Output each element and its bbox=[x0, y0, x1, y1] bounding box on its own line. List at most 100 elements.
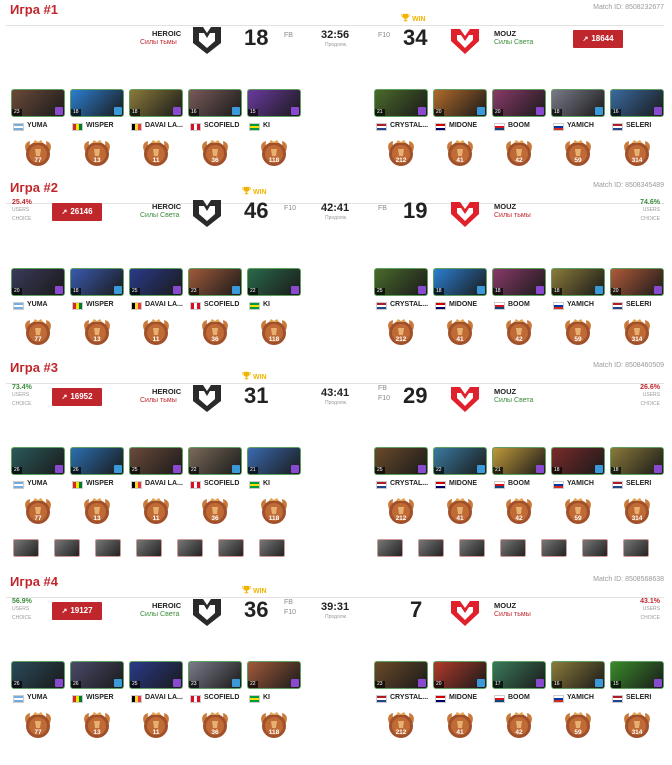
team-name-left[interactable]: HEROIC bbox=[152, 387, 181, 396]
hero-portrait[interactable]: 23 bbox=[188, 661, 242, 689]
hero-portrait[interactable]: 18 bbox=[70, 89, 124, 117]
banned-hero bbox=[13, 539, 39, 557]
duration-label: Продолж. bbox=[325, 215, 348, 221]
team-name-left[interactable]: HEROIC bbox=[152, 202, 181, 211]
hero-portrait[interactable]: 15 bbox=[247, 89, 301, 117]
player-nickname: BOOM bbox=[508, 301, 530, 308]
hero-portrait[interactable]: 22 bbox=[188, 447, 242, 475]
hero-portrait[interactable]: 18 bbox=[551, 89, 605, 117]
player-nickname: WISPER bbox=[86, 122, 114, 129]
win-label: WIN bbox=[412, 16, 426, 23]
item-icon bbox=[173, 286, 181, 294]
heroic-logo[interactable] bbox=[190, 196, 224, 230]
heroic-logo[interactable] bbox=[190, 595, 224, 629]
team-name-right[interactable]: MOUZ bbox=[494, 29, 516, 38]
hero-portrait[interactable]: 17 bbox=[492, 661, 546, 689]
hero-portrait[interactable]: 25 bbox=[129, 661, 183, 689]
player-nickname: SCOFIELD bbox=[204, 480, 240, 487]
hero-portrait[interactable]: 25 bbox=[374, 268, 428, 296]
hero-portrait[interactable]: 22 bbox=[247, 661, 301, 689]
hero-portrait[interactable]: 23 bbox=[11, 89, 65, 117]
popularity-badge-left[interactable]: ↗ 19127 bbox=[52, 602, 102, 620]
mouz-logo[interactable] bbox=[448, 196, 482, 230]
player-nickname: YUMA bbox=[27, 694, 48, 701]
game-title[interactable]: Игра #3 bbox=[10, 360, 58, 375]
country-flag-icon bbox=[190, 695, 201, 703]
hero-portrait[interactable]: 18 bbox=[551, 268, 605, 296]
hero-portrait[interactable]: 22 bbox=[433, 447, 487, 475]
rank-medal-icon: 118 bbox=[257, 137, 291, 171]
item-icon bbox=[291, 679, 299, 687]
hero-portrait[interactable]: 18 bbox=[551, 447, 605, 475]
hero-portrait[interactable]: 25 bbox=[129, 447, 183, 475]
hero-portrait[interactable]: 18 bbox=[70, 268, 124, 296]
objective-tag: FB bbox=[378, 205, 387, 212]
hero-portrait[interactable]: 16 bbox=[610, 89, 664, 117]
game-title[interactable]: Игра #4 bbox=[10, 574, 58, 589]
users-choice-left: 56.9% USERS CHOICE bbox=[12, 598, 52, 623]
popularity-badge-right[interactable]: ↗ 18644 bbox=[573, 30, 623, 48]
item-icon bbox=[654, 679, 662, 687]
rank-number: 59 bbox=[574, 515, 582, 522]
hero-portrait[interactable]: 26 bbox=[70, 447, 124, 475]
hero-portrait[interactable]: 23 bbox=[188, 268, 242, 296]
mouz-logo[interactable] bbox=[448, 595, 482, 629]
hero-portrait[interactable]: 20 bbox=[11, 268, 65, 296]
team-name-left[interactable]: HEROIC bbox=[152, 29, 181, 38]
score-right: 29 bbox=[403, 383, 428, 408]
hero-portrait[interactable]: 15 bbox=[610, 661, 664, 689]
users-choice-right: 43.1% USERS CHOICE bbox=[620, 598, 660, 623]
hero-level: 21 bbox=[375, 109, 385, 116]
hero-portrait[interactable]: 21 bbox=[374, 89, 428, 117]
hero-portrait[interactable]: 26 bbox=[70, 661, 124, 689]
player-nickname: MIDONE bbox=[449, 480, 477, 487]
hero-portrait[interactable]: 18 bbox=[492, 268, 546, 296]
users-choice-percent: 25.4% bbox=[12, 199, 32, 206]
hero-portrait[interactable]: 26 bbox=[11, 447, 65, 475]
mouz-logo[interactable] bbox=[448, 23, 482, 57]
divider bbox=[6, 597, 664, 598]
hero-portrait[interactable]: 16 bbox=[551, 661, 605, 689]
game-header: Игра #2 Match ID: 8508345489 bbox=[0, 178, 672, 200]
hero-portrait[interactable]: 20 bbox=[492, 89, 546, 117]
game-title[interactable]: Игра #2 bbox=[10, 180, 58, 195]
users-choice-left: 73.4% USERS CHOICE bbox=[12, 384, 52, 409]
hero-portrait[interactable]: 20 bbox=[433, 89, 487, 117]
mouz-logo[interactable] bbox=[448, 381, 482, 415]
hero-portrait[interactable]: 18 bbox=[433, 268, 487, 296]
game-block: Игра #4 Match ID: 8508568638 56.9% USERS CHO… bbox=[0, 572, 672, 765]
rank-number: 59 bbox=[574, 336, 582, 343]
popularity-badge-left[interactable]: ↗ 26146 bbox=[52, 203, 102, 221]
hero-portrait[interactable]: 21 bbox=[247, 447, 301, 475]
player-nickname: WISPER bbox=[86, 694, 114, 701]
hero-portrait[interactable]: 18 bbox=[610, 447, 664, 475]
team-name-right[interactable]: MOUZ bbox=[494, 601, 516, 610]
rank-number: 13 bbox=[93, 336, 101, 343]
team-name-left[interactable]: HEROIC bbox=[152, 601, 181, 610]
team-name-right[interactable]: MOUZ bbox=[494, 387, 516, 396]
country-flag-icon bbox=[131, 695, 142, 703]
users-choice-right: 26.6% USERS CHOICE bbox=[620, 384, 660, 409]
rank-medal-icon: 314 bbox=[620, 709, 654, 743]
hero-portrait[interactable]: 26 bbox=[11, 661, 65, 689]
users-choice-percent: 56.9% bbox=[12, 598, 32, 605]
hero-portrait[interactable]: 18 bbox=[129, 89, 183, 117]
popularity-badge-left[interactable]: ↗ 16952 bbox=[52, 388, 102, 406]
hero-portrait[interactable]: 20 bbox=[610, 268, 664, 296]
hero-portrait[interactable]: 25 bbox=[374, 447, 428, 475]
game-title[interactable]: Игра #1 bbox=[10, 2, 58, 17]
item-icon bbox=[291, 465, 299, 473]
rank-number: 41 bbox=[456, 336, 464, 343]
hero-portrait[interactable]: 16 bbox=[188, 89, 242, 117]
hero-portrait[interactable]: 22 bbox=[247, 268, 301, 296]
team-name-right[interactable]: MOUZ bbox=[494, 202, 516, 211]
hero-portrait[interactable]: 21 bbox=[492, 447, 546, 475]
hero-portrait[interactable]: 20 bbox=[433, 661, 487, 689]
hero-portrait[interactable]: 25 bbox=[129, 268, 183, 296]
heroic-logo[interactable] bbox=[190, 381, 224, 415]
country-flag-icon bbox=[131, 481, 142, 489]
hero-level: 23 bbox=[189, 681, 199, 688]
heroic-logo[interactable] bbox=[190, 23, 224, 57]
hero-portrait[interactable]: 23 bbox=[374, 661, 428, 689]
trophy-icon bbox=[242, 585, 251, 594]
